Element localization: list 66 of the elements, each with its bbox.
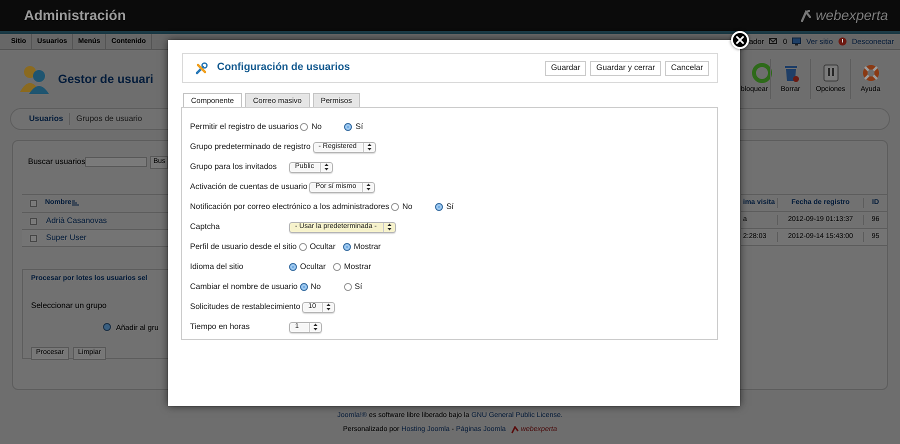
tools-icon — [195, 62, 208, 74]
logo-icon — [798, 8, 813, 22]
checkbox[interactable] — [30, 218, 37, 224]
field-label: Captcha — [190, 221, 221, 233]
field-label: Notificación por correo electrónico a los administradores — [190, 201, 390, 213]
updown-arrow-icon — [386, 223, 392, 231]
radio-button[interactable] — [342, 243, 351, 251]
close-icon — [736, 36, 744, 44]
updown-arrow-icon — [366, 143, 372, 151]
option-label: Sí — [354, 281, 362, 293]
field-label: Tiempo en horas — [190, 321, 251, 333]
checkbox[interactable] — [30, 234, 37, 242]
dialog-button[interactable]: Guardar y cerrar — [590, 60, 661, 76]
option-label: No — [310, 281, 321, 293]
monitor-icon — [792, 37, 802, 46]
logo-icon — [510, 426, 519, 434]
option-label: Mostrar — [344, 261, 372, 273]
alert-icon — [838, 37, 847, 46]
envelope-icon — [769, 37, 778, 46]
dialog-title: Configuración de usuarios — [217, 60, 350, 76]
radio-button[interactable] — [298, 243, 307, 251]
logo-text: webexperta — [816, 6, 888, 25]
field-label: Grupo predeterminado de registro — [190, 141, 311, 153]
submenu-tab[interactable]: Grupos de usuario — [69, 113, 148, 125]
users-icon — [18, 64, 50, 94]
ring-icon — [752, 62, 772, 83]
checkbox[interactable] — [30, 200, 37, 207]
field-label: Solicitudes de restablecimiento — [190, 301, 300, 313]
app-title: Administración — [24, 6, 126, 25]
radio-button[interactable] — [333, 263, 341, 271]
radio-button[interactable] — [103, 323, 111, 332]
field-label: Idioma del sitio — [190, 261, 244, 273]
page-title: Gestor de usuari — [58, 71, 154, 88]
updown-arrow-icon — [326, 303, 332, 311]
radio-button[interactable] — [300, 123, 308, 131]
field-label: Permitir el registro de usuarios — [190, 121, 298, 133]
option-label: Mostrar — [354, 241, 381, 253]
field-label: Grupo para los invitados — [190, 161, 278, 173]
option-label: Sí — [446, 201, 454, 213]
field-label: Cambiar el nombre de usuario — [190, 281, 298, 293]
option-label: Ocultar — [310, 241, 336, 253]
updown-arrow-icon — [366, 183, 372, 191]
option-label: No — [311, 121, 322, 133]
user-name-link[interactable]: Super User — [46, 232, 86, 244]
radio-button[interactable] — [289, 263, 297, 271]
search-label: Buscar usuarios — [28, 156, 86, 168]
dialog-button[interactable]: Guardar — [544, 60, 586, 76]
field-label: Activación de cuentas de usuario — [190, 181, 308, 193]
submenu-tab[interactable]: Usuarios — [23, 113, 70, 125]
lifebuoy-icon — [860, 62, 880, 83]
radio-button[interactable] — [300, 283, 308, 291]
radio-button[interactable] — [344, 283, 352, 291]
group-label: Seleccionar un grupo — [31, 300, 108, 312]
option-label: Sí — [355, 121, 364, 133]
radio-button[interactable] — [344, 123, 352, 131]
radio-button[interactable] — [435, 203, 444, 211]
sort-icon — [72, 200, 80, 207]
dialog-button[interactable]: Cancelar — [664, 60, 709, 76]
field-label: Perfil de usuario desde el sitio — [190, 241, 297, 253]
search-field[interactable] — [85, 157, 148, 167]
user-name-link[interactable]: Adrià Casanovas — [46, 215, 107, 227]
option-label: No — [402, 201, 412, 213]
updown-arrow-icon — [313, 323, 318, 331]
radio-button[interactable] — [391, 203, 400, 211]
option-label: Ocultar — [300, 261, 326, 273]
updown-arrow-icon — [324, 163, 330, 171]
